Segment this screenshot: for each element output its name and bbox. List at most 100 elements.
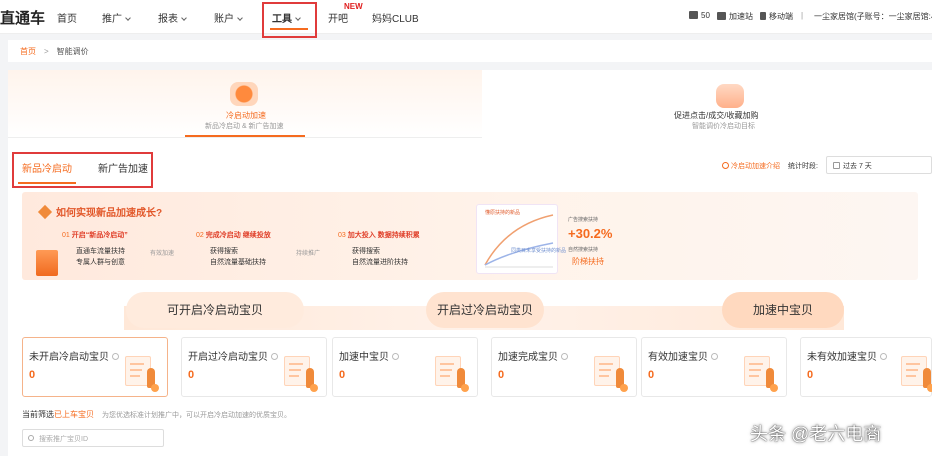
step-2-line-2: 自然流量基础扶持 — [210, 259, 266, 266]
card-started[interactable]: 开启过冷启动宝贝 0 — [181, 337, 327, 397]
step-2-head: 02 完成冷启动 继续投放 — [196, 232, 271, 239]
nav-kaiba[interactable]: 开吧 — [328, 10, 348, 25]
help-icon[interactable] — [112, 353, 119, 360]
card-boost-complete[interactable]: 加速完成宝贝 0 — [491, 337, 637, 397]
step-1-head: 01 开启“新品冷启动” — [62, 232, 128, 239]
card-value: 0 — [29, 369, 36, 381]
filter-highlight[interactable]: 已上车宝贝 — [54, 410, 94, 419]
feature-cold-start-sub: 新品冷启动 & 新广告加速 — [205, 123, 284, 130]
main-panel: 冷启动加速 新品冷启动 & 新广告加速 促进点击/成交/收藏加购 智能调价冷启动… — [8, 70, 932, 456]
mobile-link[interactable]: 移动端 — [760, 11, 793, 22]
mini-growth-chart: 懂原扶持的新品 同类目未享受扶持的新品 — [476, 204, 566, 274]
chevron-down-icon — [181, 15, 187, 21]
feature-conversion-title: 促进点击/成交/收藏加购 — [674, 111, 759, 120]
card-boosting[interactable]: 加速中宝贝 0 — [332, 337, 478, 397]
academy-link[interactable]: 加速站 — [717, 11, 753, 22]
calendar-icon — [833, 162, 840, 169]
growth-banner: 如何实现新品加速成长? 01 开启“新品冷启动” 直通车流量扶持 专属人群与创意… — [22, 192, 918, 280]
top-nav: 直通车 首页 推广 报表 账户 工具 开吧 NEW 妈妈CLUB 50 加速站 … — [0, 0, 932, 38]
filter-note: 为您优选标准计划推广中，可以开启冷启动加速的优质宝贝。 — [102, 412, 291, 419]
help-icon[interactable] — [711, 353, 718, 360]
help-icon[interactable] — [880, 353, 887, 360]
search-input[interactable]: 搜索推广宝贝ID — [22, 429, 164, 447]
card-value: 0 — [188, 369, 195, 381]
stage-boosting: 加速中宝贝 — [722, 292, 844, 328]
breadcrumb: 首页 > 智能调价 — [8, 40, 932, 62]
search-icon — [28, 435, 34, 441]
diamond-icon — [37, 204, 53, 220]
feature-active-indicator — [185, 135, 305, 137]
card-value: 0 — [339, 369, 346, 381]
arrow-up-icon — [716, 84, 744, 108]
card-title: 有效加速宝贝 — [648, 348, 718, 363]
stat-label-2: 自然搜索扶持 — [568, 247, 599, 253]
nav-mama-club[interactable]: 妈妈CLUB — [372, 10, 419, 25]
stage-started: 开启过冷启动宝贝 — [426, 292, 544, 328]
nav-promotion[interactable]: 推广 — [102, 10, 131, 25]
breadcrumb-home[interactable]: 首页 — [20, 47, 36, 56]
feature-cold-start-title: 冷启动加速 — [226, 111, 266, 120]
help-icon[interactable] — [271, 353, 278, 360]
stage-can-start: 可开启冷启动宝贝 — [126, 292, 304, 328]
chevron-right-icon: > — [44, 47, 49, 56]
message-icon — [689, 11, 698, 19]
help-icon[interactable] — [561, 353, 568, 360]
card-title: 开启过冷启动宝贝 — [188, 348, 278, 363]
card-effective-boost[interactable]: 有效加速宝贝 0 — [641, 337, 787, 397]
message-center[interactable]: 50 — [689, 11, 710, 20]
nav-home[interactable]: 首页 — [57, 10, 77, 25]
document-person-icon — [744, 356, 778, 392]
rocket-icon — [230, 82, 258, 106]
watermark: 头条 @老六电商 — [750, 424, 882, 444]
document-person-icon — [284, 356, 318, 392]
card-title: 未开启冷启动宝贝 — [29, 348, 119, 363]
chevron-down-icon — [125, 15, 131, 21]
mini-chart-label-top: 懂原扶持的新品 — [485, 210, 521, 216]
info-icon — [722, 162, 729, 169]
chevron-down-icon — [237, 15, 243, 21]
banner-question: 如何实现新品加速成长? — [37, 204, 162, 220]
feature-promote-conversion[interactable]: 促进点击/成交/收藏加购 智能调价冷启动目标 — [482, 70, 932, 138]
help-icon[interactable] — [392, 353, 399, 360]
growth-chart-icon — [36, 250, 58, 276]
breadcrumb-current: 智能调价 — [56, 47, 89, 56]
step-1-line-1: 直通车流量扶持 — [76, 248, 125, 255]
feature-conversion-sub: 智能调价冷启动目标 — [692, 123, 755, 130]
graduation-cap-icon — [717, 12, 726, 20]
card-title: 加速中宝贝 — [339, 348, 399, 363]
card-ineffective-boost[interactable]: 未有效加速宝贝 0 — [800, 337, 932, 397]
period-select[interactable]: 过去 7 天 — [826, 156, 932, 174]
step-3-line-1: 获得搜索 — [352, 248, 380, 255]
document-person-icon — [125, 356, 159, 392]
stat-label: 广告搜索扶持 — [568, 217, 599, 223]
nav-account[interactable]: 账户 — [214, 10, 243, 25]
stat-value: +30.2% — [568, 226, 613, 241]
period-label: 统计时段: — [788, 163, 818, 170]
step-3-line-2: 自然流量进阶扶持 — [352, 259, 408, 266]
document-person-icon — [901, 356, 932, 392]
search-placeholder: 搜索推广宝贝ID — [39, 436, 88, 443]
nav-reports[interactable]: 报表 — [158, 10, 187, 25]
document-person-icon — [435, 356, 469, 392]
feature-cold-start[interactable]: 冷启动加速 新品冷启动 & 新广告加速 — [8, 70, 482, 138]
brand-logo[interactable]: 直通车 — [0, 7, 45, 28]
nav-separator: | — [801, 11, 804, 20]
step-1-line-2: 专属人群与创意 — [76, 259, 125, 266]
connector-2: 持续推广 — [296, 251, 321, 257]
card-value: 0 — [498, 369, 505, 381]
new-badge: NEW — [344, 2, 363, 11]
mobile-icon — [760, 12, 766, 20]
current-filter: 当前筛选已上车宝贝 为您优选标准计划推广中，可以开启冷启动加速的优质宝贝。 — [22, 410, 291, 419]
highlight-box-tabs — [12, 152, 153, 188]
connector-1: 有效加速 — [150, 251, 175, 257]
step-2-line-1: 获得搜索 — [210, 248, 238, 255]
stair-text: 阶梯扶持 — [572, 257, 604, 266]
highlight-box-tools — [262, 2, 317, 38]
card-title: 加速完成宝贝 — [498, 348, 568, 363]
card-not-started[interactable]: 未开启冷启动宝贝 0 — [22, 337, 168, 397]
card-value: 0 — [648, 369, 655, 381]
mini-chart-label-bottom: 同类目未享受扶持的新品 — [511, 248, 567, 254]
cold-start-intro-link[interactable]: 冷启动加速介绍 — [722, 161, 780, 171]
step-3-head: 03 加大投入 数据持续积累 — [338, 232, 420, 239]
account-menu[interactable]: 一尘家居馆(子账号：一尘家居馆:小... — [814, 11, 932, 22]
